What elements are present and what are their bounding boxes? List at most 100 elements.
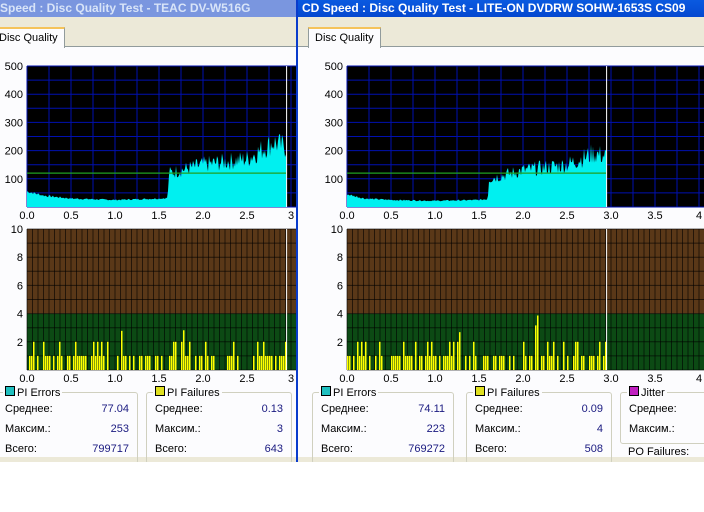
- stat-row: Среднее: 77.04: [5, 403, 129, 415]
- pi-failure-bar: [405, 355, 407, 370]
- stat-value: 3: [276, 423, 283, 435]
- pi-failure-bar: [261, 355, 263, 370]
- stat-label: Всего:: [321, 443, 353, 455]
- pi-failure-bar: [213, 355, 215, 370]
- x-tick-label: 3.0: [603, 373, 618, 385]
- pi-failure-bar: [363, 355, 365, 370]
- pi-failure-bar: [563, 341, 565, 370]
- pi-failures-group: PI Failures Среднее: 0.09 Максим.: 4 Всего: 50…: [466, 386, 612, 462]
- stat-value: 643: [264, 443, 283, 455]
- pi-failure-bar: [227, 355, 229, 370]
- pi-failure-bar: [597, 355, 599, 370]
- stat-value: 77.04: [101, 403, 129, 415]
- pi-failure-bar: [95, 355, 97, 370]
- stat-label: Среднее:: [5, 403, 53, 415]
- legend-swatch: [629, 386, 639, 396]
- pi-failure-bar: [457, 341, 459, 370]
- pi-failure-bar: [443, 355, 445, 370]
- x-tick-label: 1.5: [471, 373, 486, 385]
- y-tick-label: 6: [17, 280, 23, 292]
- pi-failure-bar: [531, 355, 533, 370]
- pi-failure-bar: [59, 341, 61, 370]
- pi-failure-bar: [427, 341, 429, 370]
- pi-failure-bar: [445, 355, 447, 370]
- pi-failure-bar: [403, 341, 405, 370]
- pi-failure-bar: [121, 330, 123, 370]
- pi-failure-bar: [407, 355, 409, 370]
- pi-failure-bar: [411, 355, 413, 370]
- stat-label: Всего:: [475, 443, 507, 455]
- stat-row: Максим.: 223: [321, 423, 445, 435]
- pi-failure-bar: [551, 355, 553, 370]
- pi-failure-bar: [49, 355, 51, 370]
- pi-failure-bar: [199, 355, 201, 370]
- pi-failure-bar: [465, 355, 467, 370]
- pi-failure-bar: [253, 355, 255, 370]
- pi-failure-bar: [57, 355, 59, 370]
- pi-failure-bar: [117, 355, 119, 370]
- pi-failure-bar: [375, 355, 377, 370]
- stat-label: Всего:: [155, 443, 187, 455]
- pi-failure-bar: [359, 355, 361, 370]
- stat-label: Всего:: [5, 443, 37, 455]
- pi-failure-bar: [495, 355, 497, 370]
- pi-failure-bar: [583, 355, 585, 370]
- pi-failure-bar: [603, 355, 605, 370]
- stat-value: 0.13: [261, 403, 283, 415]
- pi-failure-bar: [43, 341, 45, 370]
- legend-label: Jitter: [641, 387, 665, 399]
- pi-failure-bar: [267, 355, 269, 370]
- pi-failure-bar: [483, 355, 485, 370]
- x-tick-label: 2.0: [195, 373, 210, 385]
- pi-failure-bar: [573, 355, 575, 370]
- pi-failure-bar: [525, 355, 527, 370]
- pi-failure-bar: [147, 355, 149, 370]
- pi-failure-bar: [501, 355, 503, 370]
- pi-failure-bar: [93, 341, 95, 370]
- x-tick-label: 2.5: [239, 373, 254, 385]
- x-tick-label: 1.0: [427, 373, 442, 385]
- pi-failure-bar: [421, 355, 423, 370]
- pi-failure-bar: [435, 355, 437, 370]
- stat-label: Среднее:: [475, 403, 523, 415]
- legend-label: PI Errors: [17, 387, 61, 399]
- y-tick-label: 2: [337, 337, 343, 349]
- pi-failure-bar: [185, 355, 187, 370]
- liteon-window: CD Speed : Disc Quality Test - LITE-ON D…: [298, 0, 704, 462]
- pi-failure-bar: [195, 355, 197, 370]
- stat-row: Всего: 769272: [321, 443, 445, 455]
- pi-failure-bar: [205, 341, 207, 370]
- group-legend: PI Errors: [319, 386, 379, 399]
- stat-row: Максим.:: [629, 423, 704, 435]
- pi-failure-bar: [523, 341, 525, 370]
- pi-failures-chart: 2 4 6 8 10 0.0 0.5 1.0 1.5 2.0 2.5 3.0 3.5 4: [331, 224, 704, 385]
- x-tick-label: 1.5: [151, 373, 166, 385]
- stat-label: Среднее:: [629, 403, 677, 415]
- pi-failure-bar: [67, 355, 69, 370]
- pi-failure-bar: [229, 355, 231, 370]
- pi-failure-bar: [279, 355, 281, 370]
- pi-failure-bar: [575, 341, 577, 370]
- pi-failure-bar: [473, 341, 475, 370]
- pi-failure-bar: [419, 355, 421, 370]
- pi-failure-bar: [139, 355, 141, 370]
- pi-failure-bar: [85, 355, 87, 370]
- teac-window: Speed : Disc Quality Test - TEAC DV-W516…: [0, 0, 296, 462]
- pi-failure-bar: [283, 355, 285, 370]
- x-tick-label: 1.0: [107, 373, 122, 385]
- legend-swatch: [5, 386, 15, 396]
- pi-failure-bar: [589, 355, 591, 370]
- pi-failure-bar: [75, 341, 77, 370]
- pi-failure-bar: [263, 341, 265, 370]
- pi-failure-bar: [391, 355, 393, 370]
- pi-failure-bar: [485, 355, 487, 370]
- pi-failure-bar: [349, 355, 351, 370]
- pi-failure-bar: [81, 355, 83, 370]
- stat-label: Среднее:: [155, 403, 203, 415]
- pi-failures-chart: 2 4 6 8 10 0.0 0.5 1.0 1.5 2.0 2.5 3: [11, 224, 296, 385]
- pi-failure-bar: [365, 341, 367, 370]
- stat-label: Среднее:: [321, 403, 369, 415]
- stat-value: 223: [426, 423, 445, 435]
- pi-failure-bar: [141, 355, 143, 370]
- x-tick-label: 2.0: [515, 373, 530, 385]
